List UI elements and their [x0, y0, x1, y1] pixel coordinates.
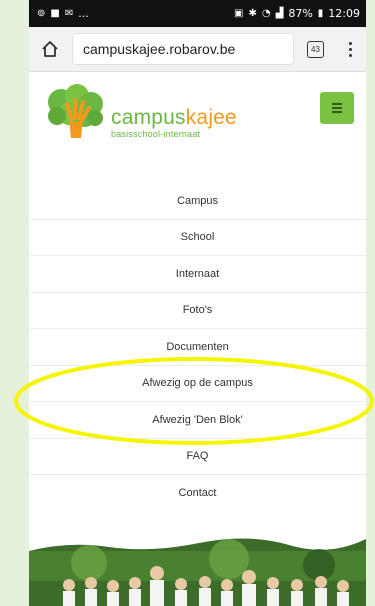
bluetooth-icon: ✱ [248, 7, 257, 19]
nav-item-contact[interactable]: Contact [29, 475, 366, 512]
main-navigation: Campus School Internaat Foto's Documente… [29, 183, 366, 512]
browser-toolbar: campuskajee.robarov.be 43 [29, 27, 366, 72]
hamburger-icon[interactable] [320, 92, 354, 124]
battery-percentage: 87% [288, 7, 313, 20]
status-bar-left: ⊚ ■ ✉ ... [37, 7, 89, 20]
wifi-icon: ◔ [261, 7, 271, 19]
tree-hand-logo [48, 84, 103, 138]
brand-tagline: basisschool-internaat [111, 129, 201, 139]
nav-item-campus[interactable]: Campus [29, 183, 366, 220]
nav-item-afwezig-den-blok[interactable]: Afwezig 'Den Blok' [29, 402, 366, 439]
sim-icon: ▣ [234, 7, 244, 19]
nav-item-documenten[interactable]: Documenten [29, 329, 366, 366]
brand-name: campuskajee [111, 106, 237, 129]
signal-icon: ▟ [275, 7, 284, 19]
tabs-icon[interactable]: 43 [307, 40, 324, 58]
site-logo[interactable]: campuskajee basisschool-internaat [45, 84, 237, 142]
tab-count: 43 [311, 44, 320, 54]
notification-icon: ⊚ [37, 7, 46, 19]
status-bar-right: ▣ ✱ ◔ ▟ 87% ▮ 12:09 [234, 7, 360, 20]
nav-item-school[interactable]: School [29, 220, 366, 256]
site-header: campuskajee basisschool-internaat [29, 72, 366, 177]
status-bar: ⊚ ■ ✉ ... ▣ ✱ ◔ ▟ 87% ▮ 12:09 [29, 0, 366, 27]
home-icon[interactable] [37, 36, 63, 62]
nav-item-afwezig-campus[interactable]: Afwezig op de campus [29, 366, 366, 402]
nav-item-faq[interactable]: FAQ [29, 439, 366, 475]
logo-text: campuskajee basisschool-internaat [111, 106, 237, 139]
nav-item-fotos[interactable]: Foto's [29, 293, 366, 329]
status-ellipsis: ... [78, 7, 89, 20]
message-icon: ■ [50, 7, 60, 19]
group-photo [29, 533, 366, 606]
mail-icon: ✉ [64, 7, 74, 19]
clock: 12:09 [328, 7, 360, 20]
phone-screen: ⊚ ■ ✉ ... ▣ ✱ ◔ ▟ 87% ▮ 12:09 campuskaje… [29, 0, 366, 606]
url-bar[interactable]: campuskajee.robarov.be [73, 34, 293, 64]
url-text: campuskajee.robarov.be [83, 41, 236, 57]
battery-icon: ▮ [317, 7, 324, 19]
nav-item-internaat[interactable]: Internaat [29, 256, 366, 293]
more-vert-icon[interactable] [342, 41, 358, 57]
